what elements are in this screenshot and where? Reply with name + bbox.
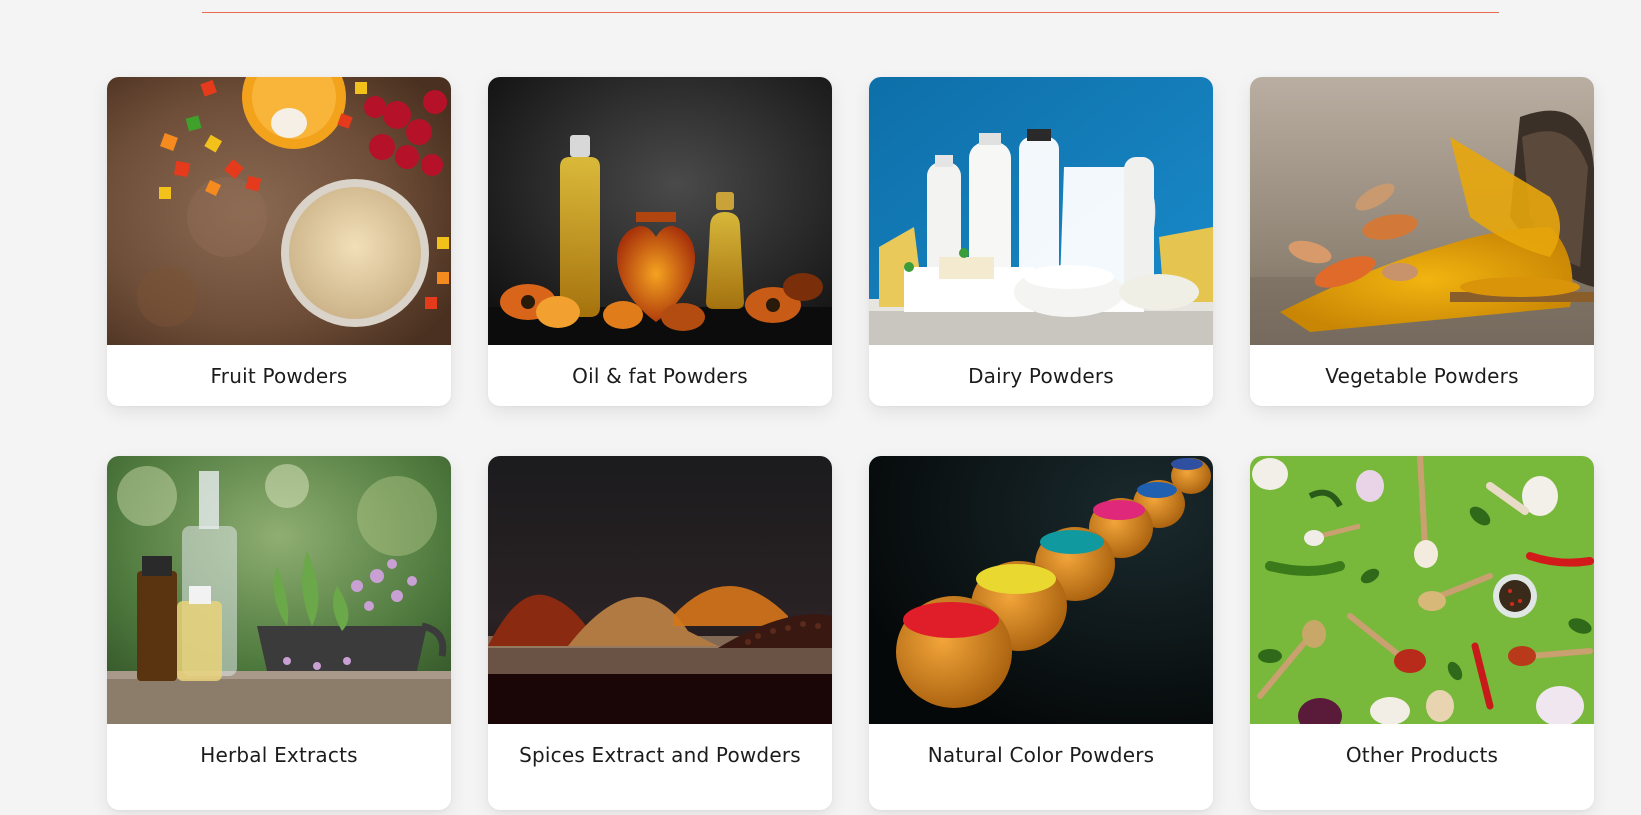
category-label: Oil & fat Powders [572, 364, 748, 388]
other-products-image [1250, 456, 1594, 724]
category-label: Herbal Extracts [200, 743, 358, 767]
category-card-other-products[interactable]: Other Products [1250, 456, 1594, 810]
category-label: Fruit Powders [210, 364, 348, 388]
dairy-powders-image [869, 77, 1213, 345]
category-card-fruit-powders[interactable]: Fruit Powders [107, 77, 451, 406]
herbal-extracts-image [107, 456, 451, 724]
vegetable-powders-image [1250, 77, 1594, 345]
natural-color-powders-image [869, 456, 1213, 724]
category-label: Natural Color Powders [927, 743, 1155, 767]
category-card-herbal-extracts[interactable]: Herbal Extracts [107, 456, 451, 810]
category-label: Dairy Powders [968, 364, 1114, 388]
category-card-dairy-powders[interactable]: Dairy Powders [869, 77, 1213, 406]
category-grid: Fruit Powders Oil & fat Powders Dairy Po… [107, 77, 1594, 810]
category-label: Other Products [1345, 743, 1499, 767]
category-card-vegetable-powders[interactable]: Vegetable Powders [1250, 77, 1594, 406]
category-label: Vegetable Powders [1325, 364, 1519, 388]
category-card-oil-fat-powders[interactable]: Oil & fat Powders [488, 77, 832, 406]
fruit-powders-image [107, 77, 451, 345]
category-card-spices-extract[interactable]: Spices Extract and Powders [488, 456, 832, 810]
section-divider [202, 12, 1499, 13]
oil-fat-powders-image [488, 77, 832, 345]
category-card-natural-color-powders[interactable]: Natural Color Powders [869, 456, 1213, 810]
spices-extract-image [488, 456, 832, 724]
category-label: Spices Extract and Powders [519, 743, 801, 767]
